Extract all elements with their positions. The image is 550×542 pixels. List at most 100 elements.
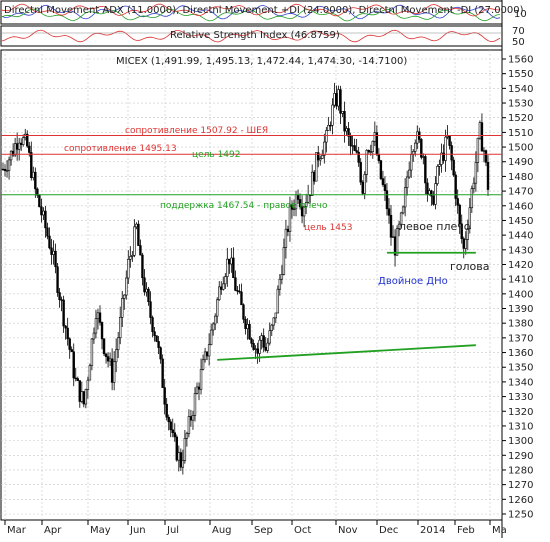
- y-tick-label: 1420: [508, 260, 533, 271]
- candle-body: [92, 332, 96, 340]
- candle-body: [472, 182, 476, 189]
- candle-body: [252, 343, 255, 350]
- candle-body: [19, 142, 23, 145]
- candle-body: [199, 369, 203, 390]
- candle-body: [395, 228, 399, 256]
- candle-body: [129, 256, 132, 260]
- candle-body: [5, 170, 9, 172]
- y-tick-label: 1530: [508, 99, 533, 110]
- x-tick-label: Ma: [492, 525, 507, 536]
- candle-body: [448, 135, 451, 146]
- candle-body: [175, 436, 178, 461]
- candle-body: [321, 155, 324, 159]
- candle-body: [211, 323, 215, 331]
- candle-body: [131, 255, 134, 257]
- candle-body: [46, 227, 49, 237]
- candle-body: [464, 239, 467, 249]
- candle-body: [102, 338, 106, 355]
- x-tick-label: Jul: [166, 525, 179, 536]
- candle-body: [266, 342, 269, 351]
- candle-body: [268, 330, 271, 344]
- candle-body: [201, 359, 205, 370]
- candle-body: [355, 150, 358, 153]
- candle-body: [486, 162, 490, 190]
- candle-body: [377, 154, 381, 161]
- candle-body: [106, 356, 110, 362]
- candle-body: [76, 378, 79, 381]
- candle-body: [250, 338, 253, 344]
- candle-body: [319, 158, 322, 161]
- candle-body: [108, 358, 112, 362]
- candle-body: [446, 135, 449, 138]
- candle-body: [1, 168, 5, 171]
- y-tick-label: 1330: [508, 392, 533, 403]
- candle-body: [171, 429, 174, 433]
- candle-body: [438, 164, 441, 167]
- annotation-support: поддержка 1467.54 - правое плечо: [160, 201, 328, 211]
- candle-body: [169, 421, 172, 431]
- candle-body: [232, 257, 235, 279]
- candle-body: [66, 327, 69, 340]
- candle-body: [474, 162, 478, 184]
- candle-body: [310, 171, 314, 196]
- candle-body: [205, 351, 209, 357]
- candle-body: [375, 132, 379, 155]
- candle-body: [339, 89, 342, 114]
- candle-body: [363, 174, 366, 194]
- candle-body: [345, 128, 348, 132]
- candle-body: [282, 247, 286, 275]
- candle-body: [179, 452, 183, 468]
- candle-body: [359, 162, 362, 183]
- candle-body: [183, 438, 187, 461]
- y-tick-label: 1250: [508, 510, 533, 521]
- chart-title: MICEX (1,491.99, 1,495.13, 1,472.44, 1,4…: [116, 56, 407, 67]
- candle-body: [414, 142, 417, 152]
- candle-body: [373, 132, 377, 142]
- candle-body: [246, 324, 249, 329]
- candle-body: [440, 152, 443, 165]
- candle-body: [56, 266, 59, 293]
- candle-body: [141, 254, 144, 279]
- x-tick-label: Feb: [457, 525, 475, 536]
- candle-body: [315, 152, 318, 182]
- candle-body: [216, 299, 219, 317]
- annotation-target-1492: цель 1492: [192, 150, 241, 160]
- candle-body: [482, 150, 486, 152]
- candle-body: [133, 226, 136, 256]
- candle-body: [50, 247, 53, 255]
- candle-body: [137, 223, 140, 246]
- candle-body: [450, 145, 453, 161]
- candle-body: [357, 151, 360, 163]
- candle-body: [410, 154, 413, 171]
- annotation-resistance: сопротивление 1495.13: [64, 144, 177, 154]
- candle-body: [60, 299, 63, 301]
- candle-body: [436, 166, 439, 184]
- y-tick-label: 1270: [508, 480, 533, 491]
- rsi-tick-50: 50: [512, 37, 525, 48]
- candle-body: [165, 403, 168, 418]
- candle-body: [452, 159, 455, 176]
- y-tick-label: 1300: [508, 436, 533, 447]
- y-tick-label: 1510: [508, 128, 533, 139]
- candle-body: [155, 335, 158, 342]
- candle-body: [22, 137, 25, 145]
- candle-body: [383, 184, 387, 191]
- candle-body: [145, 288, 148, 293]
- candle-body: [405, 176, 409, 188]
- candle-body: [276, 288, 280, 314]
- candle-body: [248, 324, 251, 340]
- candle-body: [153, 331, 156, 336]
- candle-body: [381, 178, 385, 185]
- candle-body: [70, 349, 73, 353]
- candle-body: [58, 292, 61, 300]
- candle-body: [96, 312, 100, 319]
- annotation-neckline: сопротивление 1507.92 - ШЕЯ: [125, 126, 268, 136]
- candle-body: [387, 208, 391, 216]
- candle-body: [82, 391, 86, 405]
- candle-body: [369, 151, 372, 153]
- candle-body: [262, 335, 265, 348]
- candle-body: [26, 133, 29, 147]
- candle-body: [127, 259, 130, 279]
- candle-body: [17, 142, 21, 150]
- candle-body: [327, 125, 330, 131]
